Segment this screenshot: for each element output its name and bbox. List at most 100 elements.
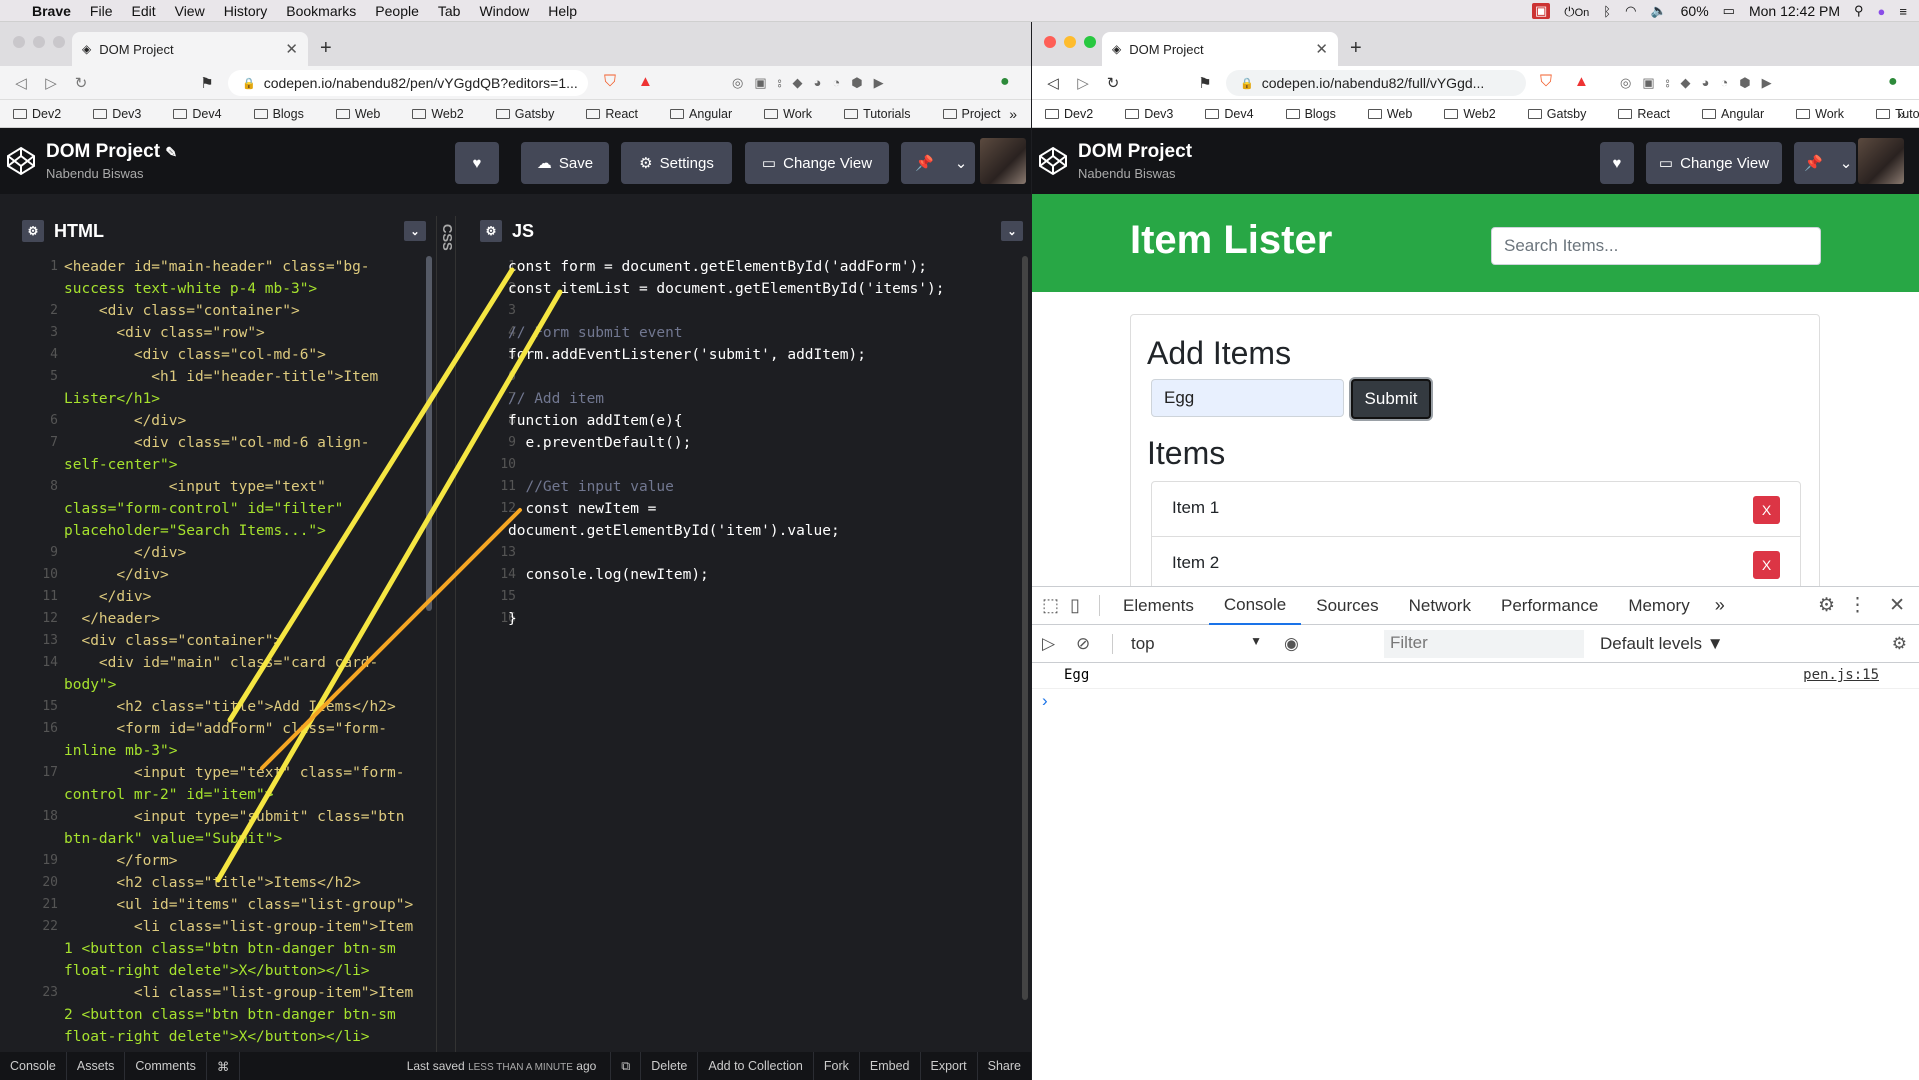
menu-window[interactable]: Window: [479, 3, 529, 19]
bookmark-folder[interactable]: Gatsby: [1527, 107, 1586, 121]
more-bookmarks-icon[interactable]: »: [1009, 106, 1017, 122]
console-prompt[interactable]: ›: [1032, 689, 1919, 715]
bookmark-folder[interactable]: Dev3: [93, 107, 141, 121]
project-title[interactable]: DOM Project: [1078, 141, 1192, 163]
codepen-logo-icon[interactable]: [1038, 146, 1068, 176]
user-avatar[interactable]: [980, 138, 1026, 184]
brave-rewards-icon[interactable]: ▲: [638, 73, 653, 90]
address-bar[interactable]: 🔒 codepen.io/nabendu82/pen/vYGgdQB?edito…: [228, 70, 588, 96]
save-button[interactable]: ☁ Save: [521, 142, 609, 184]
bookmark-folder[interactable]: Project: [942, 107, 1000, 121]
edit-pencil-icon[interactable]: ✎: [165, 144, 177, 160]
menu-help[interactable]: Help: [548, 3, 577, 19]
bookmark-folder[interactable]: Work: [764, 107, 812, 121]
bookmark-folder[interactable]: Web: [335, 107, 380, 121]
profile-icon[interactable]: ●: [1000, 73, 1010, 91]
console-button[interactable]: Console: [0, 1052, 67, 1080]
browser-tab[interactable]: ◈ DOM Project ✕: [1102, 32, 1338, 66]
bluetooth-icon[interactable]: ᛒ: [1603, 4, 1611, 19]
spotlight-search-icon[interactable]: ⚲: [1854, 3, 1864, 19]
new-tab-button[interactable]: +: [1350, 37, 1362, 60]
pin-button[interactable]: 📌 ⌄: [1794, 142, 1856, 184]
close-tab-icon[interactable]: ✕: [1315, 40, 1328, 58]
brave-rewards-icon[interactable]: ▲: [1574, 73, 1589, 90]
author-name[interactable]: Nabendu Biswas: [46, 166, 177, 181]
bookmark-folder[interactable]: Work: [1796, 107, 1844, 121]
close-window-button[interactable]: [13, 36, 25, 48]
bookmark-folder[interactable]: Angular: [1702, 107, 1764, 121]
menu-tab[interactable]: Tab: [438, 3, 461, 19]
change-view-button[interactable]: ▭ Change View: [1646, 142, 1782, 184]
kebab-menu-icon[interactable]: ⋮: [1848, 594, 1867, 617]
zoom-window-button[interactable]: [1084, 36, 1096, 48]
export-button[interactable]: Export: [921, 1052, 978, 1080]
menu-people[interactable]: People: [375, 3, 419, 19]
tab-sources[interactable]: Sources: [1301, 587, 1393, 625]
pin-button[interactable]: 📌 ⌄: [901, 142, 975, 184]
minimize-window-button[interactable]: [33, 36, 45, 48]
author-name[interactable]: Nabendu Biswas: [1078, 166, 1192, 181]
bookmark-folder[interactable]: Tutorials: [844, 107, 911, 121]
extensions-area[interactable]: ◎▣⦂◆◕◔⬢▶: [732, 75, 895, 91]
close-tab-icon[interactable]: ✕: [285, 40, 298, 58]
reload-icon[interactable]: ↻: [66, 74, 96, 92]
filter-input[interactable]: Filter: [1384, 630, 1584, 658]
project-title[interactable]: DOM Project: [46, 141, 160, 162]
open-in-new-icon[interactable]: ⧉: [610, 1052, 642, 1080]
bookmark-folder[interactable]: Gatsby: [495, 107, 554, 121]
brave-shield-icon[interactable]: ⛉: [1540, 73, 1552, 91]
bookmark-folder[interactable]: Blogs: [253, 107, 304, 121]
share-button[interactable]: Share: [978, 1052, 1031, 1080]
shortcuts-button[interactable]: ⌘: [207, 1052, 241, 1080]
device-toolbar-icon[interactable]: ▯: [1070, 595, 1100, 616]
devtools-settings-icon[interactable]: ⚙: [1818, 594, 1835, 617]
item-input[interactable]: Egg: [1151, 379, 1344, 417]
delete-button[interactable]: X: [1753, 496, 1780, 524]
fork-button[interactable]: Fork: [814, 1052, 860, 1080]
profile-icon[interactable]: ●: [1888, 73, 1898, 91]
close-devtools-icon[interactable]: ✕: [1889, 594, 1905, 617]
bookmark-folder[interactable]: React: [586, 107, 638, 121]
brave-shield-icon[interactable]: ⛉: [604, 73, 616, 91]
codepen-logo-icon[interactable]: [6, 146, 36, 176]
submit-button[interactable]: Submit: [1351, 379, 1431, 419]
change-view-button[interactable]: ▭ Change View: [745, 142, 889, 184]
add-to-collection-button[interactable]: Add to Collection: [698, 1052, 814, 1080]
zoom-window-button[interactable]: [53, 36, 65, 48]
minimize-window-button[interactable]: [1064, 36, 1076, 48]
more-tabs-icon[interactable]: »: [1705, 595, 1735, 616]
bookmark-folder[interactable]: React: [1618, 107, 1670, 121]
console-settings-icon[interactable]: ⚙: [1892, 634, 1907, 654]
heart-button[interactable]: ♥: [455, 142, 499, 184]
bookmark-icon[interactable]: ⚑: [192, 74, 222, 92]
bookmark-folder[interactable]: Dev4: [173, 107, 222, 121]
more-bookmarks-icon[interactable]: »: [1897, 106, 1905, 122]
log-levels-dropdown[interactable]: Default levels ▼: [1600, 634, 1724, 654]
heart-button[interactable]: ♥: [1600, 142, 1634, 184]
browser-tab[interactable]: ◈ DOM Project ✕: [72, 32, 308, 66]
volume-icon[interactable]: 🔈: [1650, 3, 1666, 19]
control-center-icon[interactable]: ≡: [1899, 4, 1907, 19]
delete-button[interactable]: Delete: [641, 1052, 699, 1080]
wifi-icon[interactable]: ◠: [1625, 3, 1636, 19]
siri-icon[interactable]: ●: [1878, 4, 1886, 19]
comments-button[interactable]: Comments: [125, 1052, 207, 1080]
flag-icon[interactable]: ▣: [1532, 3, 1551, 19]
menu-view[interactable]: View: [175, 3, 205, 19]
extensions-area[interactable]: ◎▣⦂◆◕◔⬢▶: [1620, 75, 1783, 91]
bookmark-folder[interactable]: Web2: [1444, 107, 1496, 121]
bookmark-folder[interactable]: Dev4: [1205, 107, 1254, 121]
clear-console-icon[interactable]: ⊘: [1076, 634, 1090, 654]
vpn-status[interactable]: ⏻On: [1564, 3, 1589, 20]
bookmark-folder[interactable]: Dev3: [1125, 107, 1173, 121]
address-bar[interactable]: 🔒 codepen.io/nabendu82/full/vYGgd...: [1226, 70, 1526, 96]
tab-network[interactable]: Network: [1394, 587, 1486, 625]
bookmark-icon[interactable]: ⚑: [1190, 74, 1220, 92]
menu-bookmarks[interactable]: Bookmarks: [286, 3, 356, 19]
battery-percent[interactable]: 60%: [1681, 3, 1709, 19]
menu-edit[interactable]: Edit: [131, 3, 155, 19]
clock[interactable]: Mon 12:42 PM: [1749, 3, 1840, 19]
menu-history[interactable]: History: [224, 3, 268, 19]
tab-console[interactable]: Console: [1208, 587, 1302, 625]
close-window-button[interactable]: [1044, 36, 1056, 48]
